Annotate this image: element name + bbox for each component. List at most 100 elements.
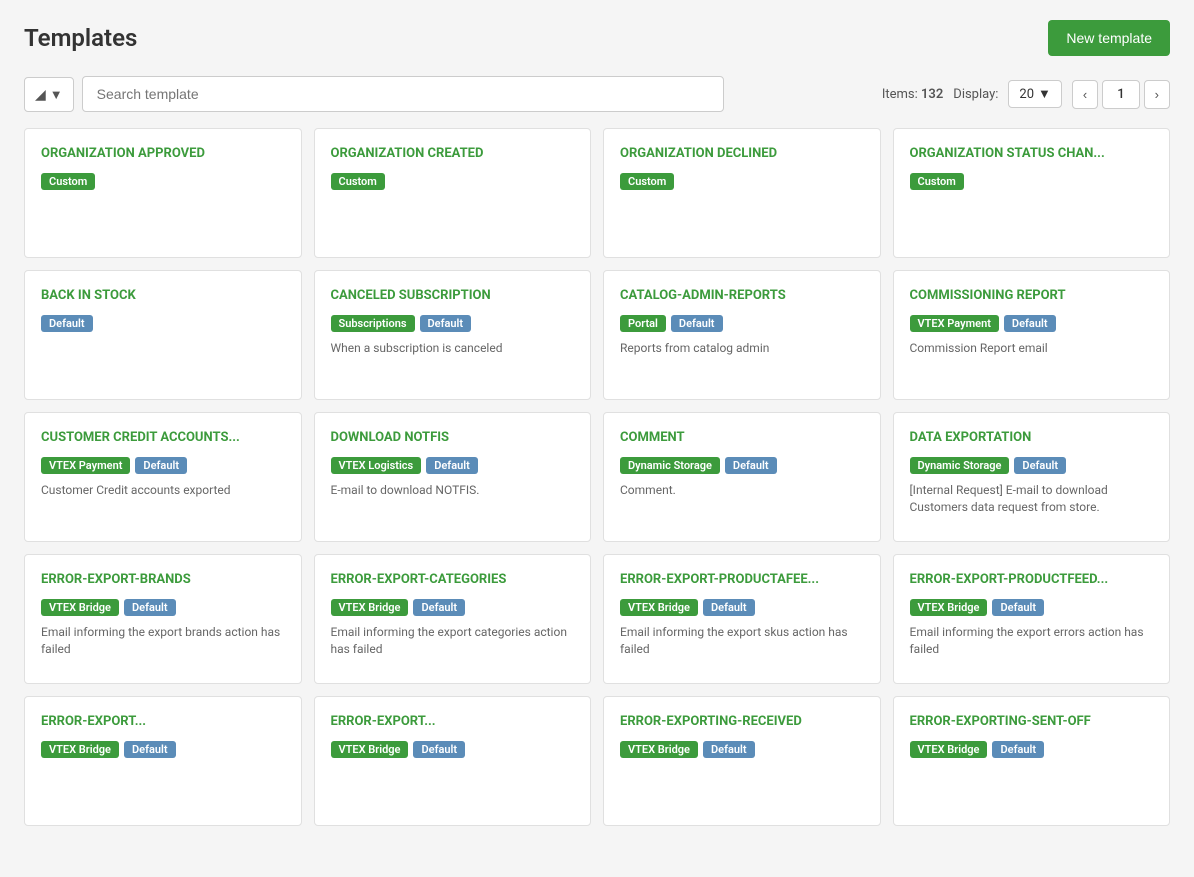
template-card[interactable]: BACK IN STOCK Default (24, 270, 302, 400)
display-select[interactable]: 20 ▼ (1008, 80, 1062, 108)
tag-badge: Dynamic Storage (910, 457, 1010, 474)
card-title: ERROR-EXPORT... (41, 713, 285, 731)
pagination-area: Items: 132 Display: 20 ▼ ‹ 1 › (882, 80, 1170, 109)
template-card[interactable]: DATA EXPORTATION Dynamic StorageDefault [I… (893, 412, 1171, 542)
template-card[interactable]: ORGANIZATION STATUS CHAN... Custom (893, 128, 1171, 258)
search-area: ◢ ▼ (24, 76, 724, 112)
toolbar: ◢ ▼ Items: 132 Display: 20 ▼ ‹ 1 › (24, 76, 1170, 112)
template-card[interactable]: ERROR-EXPORT-BRANDS VTEX BridgeDefault Ema… (24, 554, 302, 684)
card-description: [Internal Request] E-mail to download Cu… (910, 482, 1154, 516)
tag-badge: Default (135, 457, 187, 474)
prev-page-button[interactable]: ‹ (1072, 80, 1098, 109)
card-tags: Dynamic StorageDefault (910, 457, 1154, 474)
card-title: BACK IN STOCK (41, 287, 285, 305)
tag-badge: Default (992, 741, 1044, 758)
tag-badge: Custom (331, 173, 385, 190)
tag-badge: Subscriptions (331, 315, 415, 332)
card-description: Email informing the export errors action… (910, 624, 1154, 658)
card-tags: VTEX BridgeDefault (620, 741, 864, 758)
tag-badge: Custom (41, 173, 95, 190)
card-tags: VTEX Payment Default (41, 457, 285, 474)
template-card[interactable]: ERROR-EXPORT-PRODUCTAFEE...VTEX BridgeDe… (603, 554, 881, 684)
card-title: ORGANIZATION CREATED (331, 145, 575, 163)
page-number: 1 (1102, 80, 1139, 109)
tag-badge: VTEX Bridge (41, 741, 119, 758)
template-card[interactable]: COMMISSIONING REPORTVTEX PaymentDefaultC… (893, 270, 1171, 400)
tag-badge: Default (124, 599, 176, 616)
card-tags: VTEX BridgeDefault (41, 599, 285, 616)
template-card[interactable]: ERROR-EXPORT... VTEX Bridge Default (24, 696, 302, 826)
template-card[interactable]: CUSTOMER CREDIT ACCOUNTS... VTEX Payment D… (24, 412, 302, 542)
tag-badge: Dynamic Storage (620, 457, 720, 474)
tag-badge: Default (1004, 315, 1056, 332)
card-description: Commission Report email (910, 340, 1154, 357)
template-card[interactable]: ERROR-EXPORT-CATEGORIESVTEX BridgeDefaul… (314, 554, 592, 684)
tag-badge: VTEX Bridge (620, 741, 698, 758)
card-description: Email informing the export brands action… (41, 624, 285, 658)
search-input[interactable] (82, 76, 724, 112)
page-nav: ‹ 1 › (1072, 80, 1170, 109)
items-info: Items: 132 (882, 87, 943, 102)
card-description: Email informing the export skus action h… (620, 624, 864, 658)
card-tags: VTEX Bridge Default (41, 741, 285, 758)
card-title: ORGANIZATION STATUS CHAN... (910, 145, 1154, 163)
card-title: ERROR-EXPORTING-RECEIVED (620, 713, 864, 731)
tag-badge: VTEX Payment (910, 315, 999, 332)
tag-badge: Default (725, 457, 777, 474)
tag-badge: Default (671, 315, 723, 332)
template-card[interactable]: DOWNLOAD NOTFIS VTEX LogisticsDefault E-ma… (314, 412, 592, 542)
card-title: ERROR-EXPORT-BRANDS (41, 571, 285, 589)
card-title: CUSTOMER CREDIT ACCOUNTS... (41, 429, 285, 447)
card-title: COMMENT (620, 429, 864, 447)
card-tags: Custom (910, 173, 1154, 190)
card-title: ERROR-EXPORTING-SENT-OFF (910, 713, 1154, 731)
page-title: Templates (24, 24, 137, 52)
new-template-button[interactable]: New template (1048, 20, 1170, 56)
card-tags: VTEX Bridge Default (620, 599, 864, 616)
card-tags: VTEX BridgeDefault (910, 599, 1154, 616)
tag-badge: Default (413, 741, 465, 758)
card-tags: Dynamic Storage Default (620, 457, 864, 474)
card-tags: VTEX LogisticsDefault (331, 457, 575, 474)
tag-badge: Default (703, 599, 755, 616)
card-title: DATA EXPORTATION (910, 429, 1154, 447)
card-description: E-mail to download NOTFIS. (331, 482, 575, 499)
cards-grid: ORGANIZATION APPROVEDCustomORGANIZATION … (24, 128, 1170, 826)
tag-badge: VTEX Bridge (331, 741, 409, 758)
template-card[interactable]: CATALOG-ADMIN-REPORTSPortalDefaultReport… (603, 270, 881, 400)
tag-badge: VTEX Bridge (910, 741, 988, 758)
tag-badge: VTEX Bridge (910, 599, 988, 616)
card-title: ORGANIZATION APPROVED (41, 145, 285, 163)
template-card[interactable]: ORGANIZATION APPROVED Custom (24, 128, 302, 258)
card-title: ERROR-EXPORT-PRODUCTFEED... (910, 571, 1154, 589)
card-tags: VTEX Payment Default (910, 315, 1154, 332)
template-card[interactable]: ERROR-EXPORT-PRODUCTFEED... VTEX BridgeDe… (893, 554, 1171, 684)
card-title: DOWNLOAD NOTFIS (331, 429, 575, 447)
tag-badge: VTEX Bridge (620, 599, 698, 616)
next-page-button[interactable]: › (1144, 80, 1170, 109)
template-card[interactable]: ERROR-EXPORTING-SENT-OFF VTEX BridgeDefau… (893, 696, 1171, 826)
template-card[interactable]: ORGANIZATION CREATED Custom (314, 128, 592, 258)
card-tags: Custom (41, 173, 285, 190)
card-description: When a subscription is canceled (331, 340, 575, 357)
card-tags: Custom (331, 173, 575, 190)
page-header: Templates New template (24, 20, 1170, 56)
filter-button[interactable]: ◢ ▼ (24, 77, 74, 112)
template-card[interactable]: COMMENT Dynamic Storage Default Comment. (603, 412, 881, 542)
card-tags: PortalDefault (620, 315, 864, 332)
card-description: Customer Credit accounts exported (41, 482, 285, 499)
tag-badge: Default (124, 741, 176, 758)
tag-badge: Default (41, 315, 93, 332)
tag-badge: VTEX Bridge (331, 599, 409, 616)
card-title: ORGANIZATION DECLINED (620, 145, 864, 163)
card-title: ERROR-EXPORT... (331, 713, 575, 731)
card-description: Reports from catalog admin (620, 340, 864, 357)
tag-badge: VTEX Payment (41, 457, 130, 474)
template-card[interactable]: ORGANIZATION DECLINEDCustom (603, 128, 881, 258)
template-card[interactable]: CANCELED SUBSCRIPTIONSubscriptionsDefaul… (314, 270, 592, 400)
card-description: Comment. (620, 482, 864, 499)
card-tags: VTEX BridgeDefault (331, 599, 575, 616)
template-card[interactable]: ERROR-EXPORTING-RECEIVED VTEX BridgeDefau… (603, 696, 881, 826)
template-card[interactable]: ERROR-EXPORT... VTEX BridgeDefault (314, 696, 592, 826)
tag-badge: Default (420, 315, 472, 332)
